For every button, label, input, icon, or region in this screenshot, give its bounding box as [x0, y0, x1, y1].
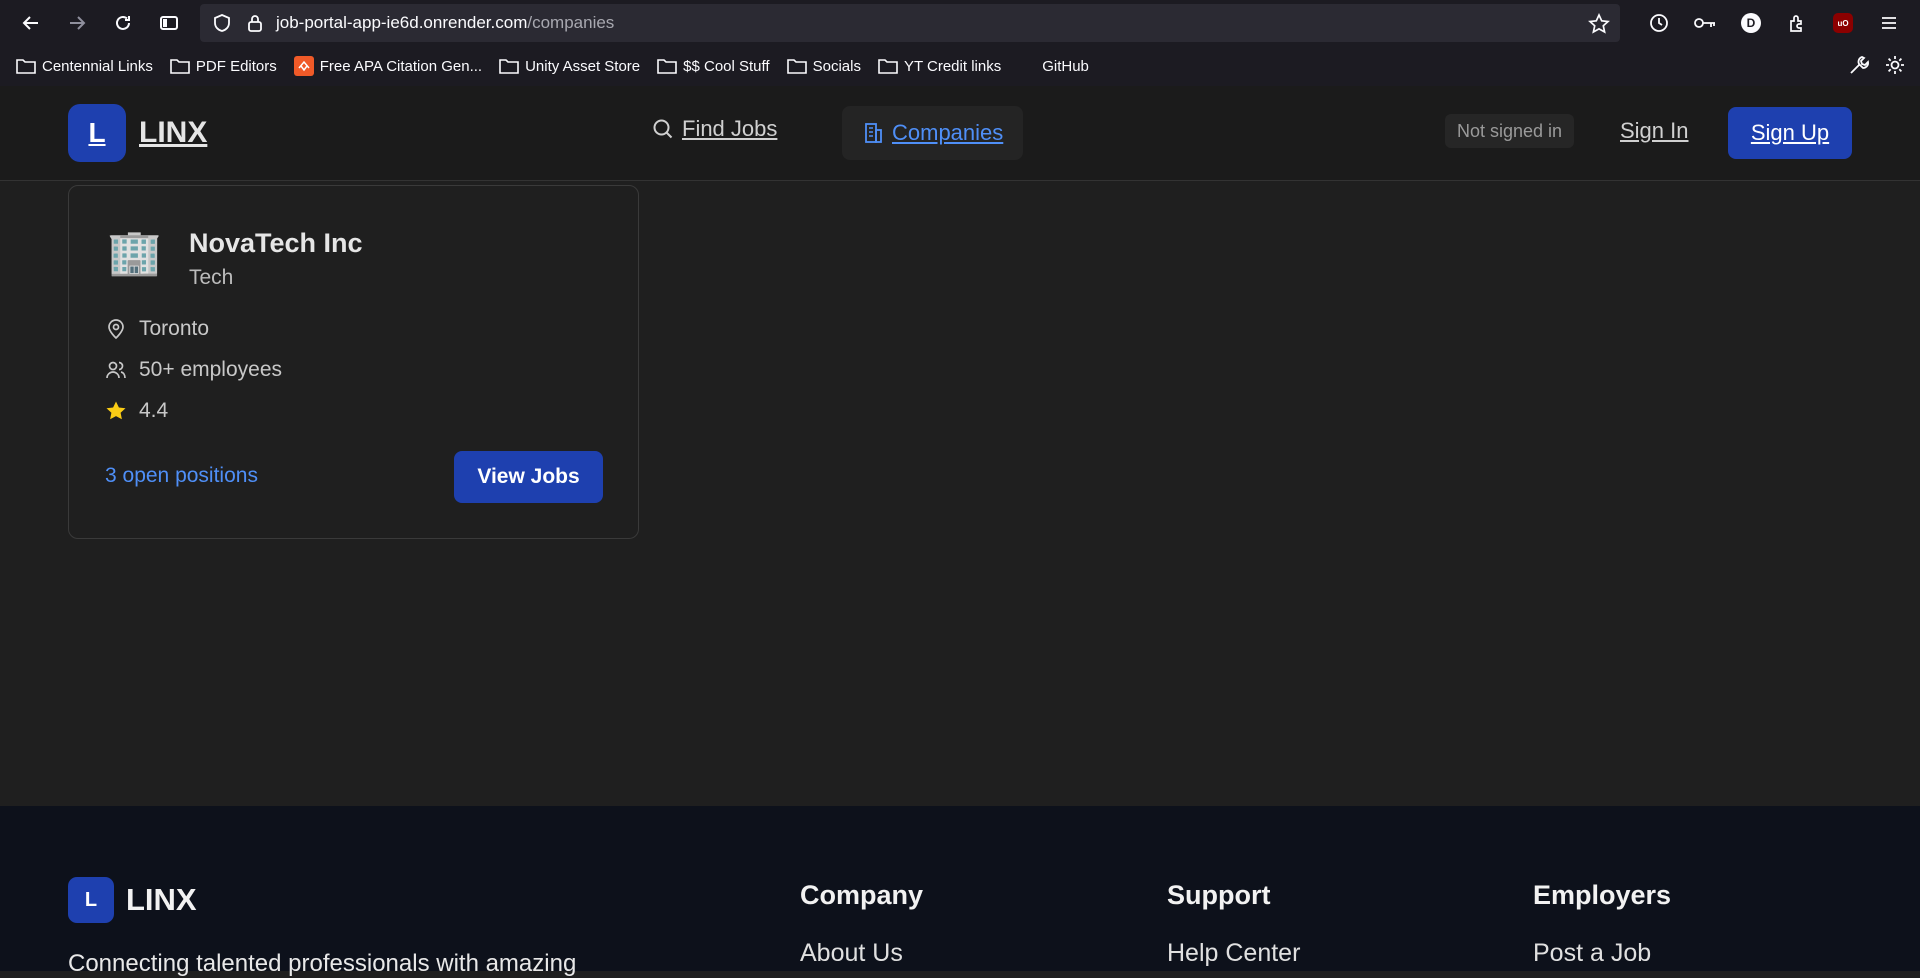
bookmark-label: Unity Asset Store: [525, 57, 641, 75]
footer-link-about-us[interactable]: About Us: [800, 939, 923, 968]
logo-link[interactable]: LINX: [139, 116, 207, 150]
company-logo-icon: 🏢: [107, 228, 162, 277]
profile-avatar[interactable]: D: [1734, 6, 1768, 40]
bookmark-star-icon[interactable]: [1588, 13, 1610, 35]
sign-in-link[interactable]: Sign In: [1620, 118, 1689, 144]
extensions-icon[interactable]: [1780, 6, 1814, 40]
bookmark-yt-credit-links[interactable]: YT Credit links: [878, 58, 1001, 75]
company-location-text: Toronto: [139, 317, 210, 340]
sidebar-toggle-icon[interactable]: [150, 4, 188, 42]
ublock-icon[interactable]: uO: [1826, 6, 1860, 40]
shield-icon[interactable]: [212, 13, 232, 33]
footer-logo-badge: L: [68, 877, 114, 923]
apa-site-icon: [293, 56, 314, 76]
profile-initial: D: [1741, 13, 1761, 33]
map-pin-icon: [108, 319, 124, 340]
nav-find-jobs-label: Find Jobs: [682, 116, 778, 141]
folder-icon: [499, 59, 519, 74]
menu-icon[interactable]: [1872, 6, 1906, 40]
url-path: /companies: [527, 13, 615, 32]
bookmark-pdf-editors[interactable]: PDF Editors: [170, 58, 277, 75]
footer-column-title: Support: [1167, 880, 1271, 910]
bookmark-github[interactable]: GitHub: [1042, 58, 1089, 75]
footer-logo-letter: L: [84, 888, 98, 911]
reload-button[interactable]: [104, 4, 142, 42]
bookmark-label: Centennial Links: [42, 57, 153, 75]
bookmark-label: PDF Editors: [195, 57, 277, 75]
footer-column-title: Employers: [1533, 880, 1672, 910]
sign-up-button[interactable]: Sign Up: [1728, 107, 1852, 159]
bookmark-unity-asset-store[interactable]: Unity Asset Store: [499, 58, 640, 75]
bookmark-socials[interactable]: Socials: [786, 57, 861, 75]
bookmarks-bar: Centennial Links PDF Editors Free APA Ci…: [0, 46, 1920, 86]
nav-companies-label: Companies: [892, 120, 1004, 145]
ublock-label: uO: [1833, 13, 1853, 33]
company-employees: 50+ employees: [105, 358, 282, 382]
url-host: job-portal-app-ie6d.onrender.com: [276, 13, 528, 32]
footer-link-help-center[interactable]: Help Center: [1167, 939, 1300, 968]
toolbar-actions: D uO: [1642, 0, 1920, 46]
view-jobs-button[interactable]: View Jobs: [454, 451, 603, 503]
bookmark-label: GitHub: [1042, 57, 1089, 75]
footer-column-employers: Employers Post a Job: [1533, 880, 1671, 968]
folder-icon: [878, 59, 898, 74]
folder-icon: [16, 59, 36, 74]
company-employees-text: 50+ employees: [139, 358, 283, 381]
wrench-icon[interactable]: [1848, 54, 1870, 76]
nav-companies[interactable]: Companies: [842, 106, 1024, 160]
footer-column-support: Support Help Center: [1167, 880, 1300, 968]
back-button[interactable]: [12, 4, 50, 42]
site-header: L LINX Find Jobs Companies Not signed in…: [0, 86, 1920, 181]
bookmark-centennial-links[interactable]: Centennial Links: [16, 58, 153, 75]
building-icon: [865, 123, 882, 143]
settings-gear-icon[interactable]: [1884, 54, 1906, 76]
nav-find-jobs[interactable]: Find Jobs: [652, 116, 777, 142]
footer-column-company: Company About Us: [800, 880, 923, 968]
open-positions-link[interactable]: 3 open positions: [105, 464, 258, 488]
bookmark-label: Socials: [812, 57, 861, 75]
auth-status-badge: Not signed in: [1445, 114, 1575, 148]
company-name: NovaTech Inc: [189, 228, 363, 258]
bookmark-cool-stuff[interactable]: $$ Cool Stuff: [657, 57, 770, 75]
key-icon[interactable]: [1688, 6, 1722, 40]
footer-link-post-a-job[interactable]: Post a Job: [1533, 939, 1671, 968]
company-card: 🏢 NovaTech Inc Tech Toronto 50+ employee…: [68, 185, 639, 539]
site-footer: L LINX Connecting talented professionals…: [0, 806, 1920, 977]
bookmark-label: Free APA Citation Gen...: [319, 57, 483, 75]
bookmarks-bar-tools: [1848, 54, 1906, 76]
footer-tagline: Connecting talented professionals with a…: [68, 950, 577, 977]
company-rating-value: 4.4: [139, 399, 169, 422]
company-rating: 4.4: [105, 399, 168, 423]
users-icon: [106, 361, 126, 379]
company-industry: Tech: [189, 266, 234, 289]
footer-column-title: Company: [800, 880, 924, 910]
history-icon[interactable]: [1642, 6, 1676, 40]
folder-icon: [657, 59, 677, 74]
folder-icon: [170, 59, 190, 74]
star-icon: [106, 401, 126, 420]
logo-badge[interactable]: L: [68, 104, 126, 162]
company-location: Toronto: [105, 317, 209, 341]
footer-logo-text: LINX: [126, 882, 197, 917]
logo-letter: L: [88, 117, 106, 148]
browser-toolbar: job-portal-app-ie6d.onrender.com/compani…: [0, 0, 1920, 46]
search-icon: [653, 119, 673, 139]
bookmark-label: $$ Cool Stuff: [683, 57, 770, 75]
folder-icon: [786, 59, 807, 74]
address-bar[interactable]: job-portal-app-ie6d.onrender.com/compani…: [200, 4, 1620, 42]
forward-button[interactable]: [58, 4, 96, 42]
url-text: job-portal-app-ie6d.onrender.com/compani…: [276, 13, 614, 33]
bookmark-label: YT Credit links: [903, 57, 1002, 75]
bookmark-free-apa-citation[interactable]: Free APA Citation Gen...: [293, 56, 483, 76]
lock-icon[interactable]: [246, 13, 264, 33]
